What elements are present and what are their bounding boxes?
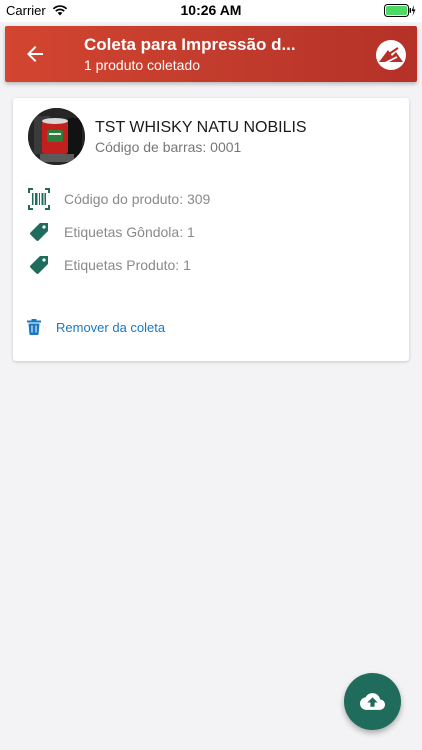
trash-icon [27,319,41,335]
tag-icon [28,221,50,243]
product-name: TST WHISKY NATU NOBILIS [95,119,307,136]
gondola-labels-text: Etiquetas Gôndola: 1 [64,224,195,240]
tag-icon [28,254,50,276]
app-header: Coleta para Impressão d... 1 produto col… [5,26,417,82]
product-barcode: Código de barras: 0001 [95,139,242,155]
back-button[interactable] [23,42,47,66]
product-image [28,108,85,165]
barcode-icon [28,188,50,210]
product-code-text: Código do produto: 309 [64,191,211,207]
battery-icon [384,4,416,22]
page-subtitle: 1 produto coletado [84,57,200,73]
status-time: 10:26 AM [180,2,242,18]
page-title: Coleta para Impressão d... [84,35,296,54]
product-card: TST WHISKY NATU NOBILIS Código de barras… [13,98,409,361]
brand-logo-icon [375,39,407,71]
upload-button[interactable] [344,673,401,730]
cloud-upload-icon [360,693,385,710]
remove-from-collection-label: Remover da coleta [56,320,166,335]
product-labels-text: Etiquetas Produto: 1 [64,257,191,273]
status-bar: Carrier 10:26 AM [0,0,422,22]
arrow-left-icon [27,46,43,62]
